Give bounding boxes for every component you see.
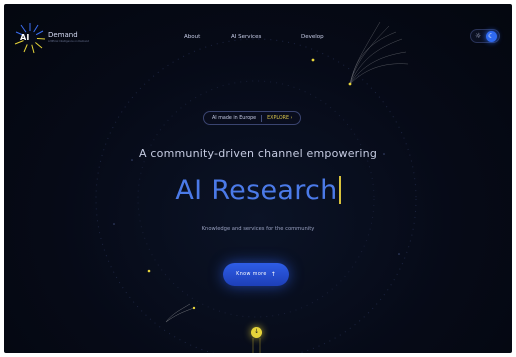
arrow-up-icon: ↑ xyxy=(270,270,276,278)
page-frame: AI Demand Artificial Intelligence on Dem… xyxy=(4,4,512,353)
arrow-down-icon: ↓ xyxy=(254,328,260,335)
theme-toggle[interactable]: ☼ ☾ xyxy=(470,29,500,43)
announcement-pill[interactable]: AI made in Europe EXPLORE › xyxy=(203,111,302,125)
typing-caret xyxy=(338,176,341,204)
hero-subtitle: Knowledge and services for the community xyxy=(201,226,315,232)
main-nav: About AI Services Develop xyxy=(4,34,512,46)
toggle-knob: ☾ xyxy=(486,31,497,42)
know-more-button[interactable]: Know more ↑ xyxy=(223,263,289,286)
hero-headline: AI Research xyxy=(175,175,338,206)
know-more-label: Know more xyxy=(236,272,267,277)
nav-link-about[interactable]: About xyxy=(184,34,200,40)
announcement-text: AI made in Europe xyxy=(212,115,257,121)
sun-icon: ☼ xyxy=(475,32,482,40)
nav-link-develop[interactable]: Develop xyxy=(301,34,324,40)
hero-tagline: A community-driven channel empowering xyxy=(138,147,378,160)
scroll-down-button[interactable]: ↓ xyxy=(251,327,262,338)
announcement-divider xyxy=(261,114,263,122)
announcement-explore-link[interactable]: EXPLORE › xyxy=(267,116,292,121)
hero-headline-wrap: AI Research xyxy=(4,175,512,206)
nav-link-ai-services[interactable]: AI Services xyxy=(231,34,261,40)
moon-icon: ☾ xyxy=(488,32,495,40)
